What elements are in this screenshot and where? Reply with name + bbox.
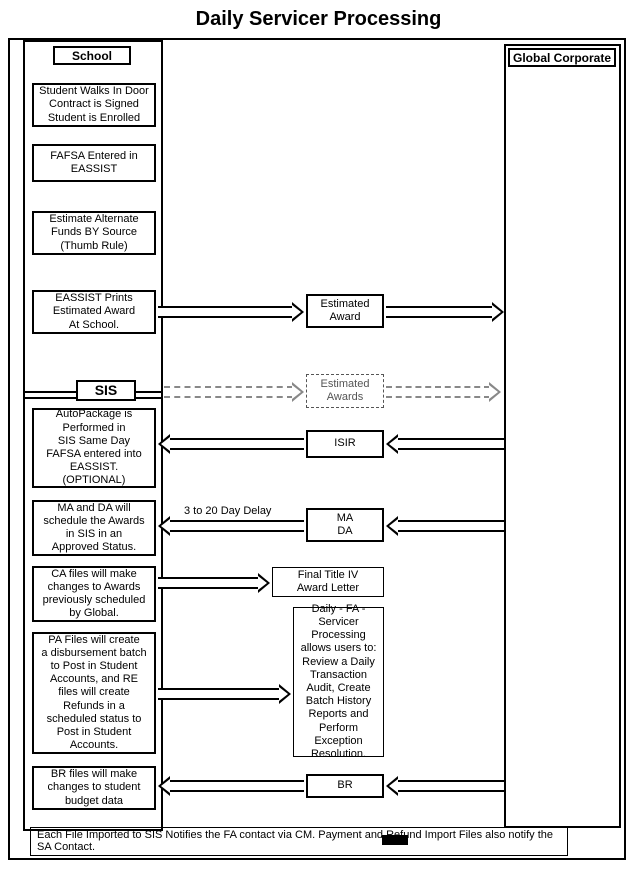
arrow-global-to-br — [386, 780, 504, 792]
diagram-frame: School Global Corporate SIS Student Walk… — [8, 38, 626, 860]
arrow-mada-to-sis — [158, 520, 304, 532]
box-ma-da-schedule: MA and DA will schedule the Awards in SI… — [32, 500, 156, 556]
lane-header-global: Global Corporate — [508, 48, 616, 67]
arrow-global-to-mada — [386, 520, 504, 532]
box-ca-files: CA files will make changes to Awards pre… — [32, 566, 156, 622]
page-title: Daily Servicer Processing — [0, 8, 637, 31]
lane-header-sis: SIS — [76, 380, 136, 401]
box-fafsa-entered: FAFSA Entered in EASSIST — [32, 144, 156, 182]
box-br: BR — [306, 774, 384, 798]
box-estimated-awards: Estimated Awards — [306, 374, 384, 408]
arrow-estawards-to-global — [386, 386, 501, 398]
box-student-walks-in: Student Walks In Door Contract is Signed… — [32, 83, 156, 127]
arrow-pa-to-servicer — [158, 688, 291, 700]
box-br-files: BR files will make changes to student bu… — [32, 766, 156, 810]
lane-global — [504, 44, 621, 828]
box-isir: ISIR — [306, 430, 384, 458]
arrow-ca-to-titleiv — [158, 577, 270, 589]
box-pa-re-files: PA Files will create a disbursement batc… — [32, 632, 156, 754]
label-delay: 3 to 20 Day Delay — [182, 505, 273, 517]
lane-header-school: School — [53, 46, 131, 65]
arrow-global-to-isir — [386, 438, 504, 450]
box-daily-fa-servicer: Daily - FA - Servicer Processing allows … — [293, 607, 384, 757]
box-ma-da: MA DA — [306, 508, 384, 542]
arrow-isir-to-sis — [158, 438, 304, 450]
arrow-br-to-sis — [158, 780, 304, 792]
box-estimate-alt-funds: Estimate Alternate Funds BY Source (Thum… — [32, 211, 156, 255]
arrow-sis-to-estawards — [164, 386, 304, 398]
redaction-block — [382, 835, 408, 845]
box-eassist-prints: EASSIST Prints Estimated Award At School… — [32, 290, 156, 334]
box-autopackage: AutoPackage is Performed in SIS Same Day… — [32, 408, 156, 488]
box-final-title-iv: Final Title IV Award Letter — [272, 567, 384, 597]
arrow-school-to-estaward — [158, 306, 304, 318]
box-estimated-award: Estimated Award — [306, 294, 384, 328]
arrow-estaward-to-global — [386, 306, 504, 318]
footnote: Each File Imported to SIS Notifies the F… — [30, 827, 568, 856]
